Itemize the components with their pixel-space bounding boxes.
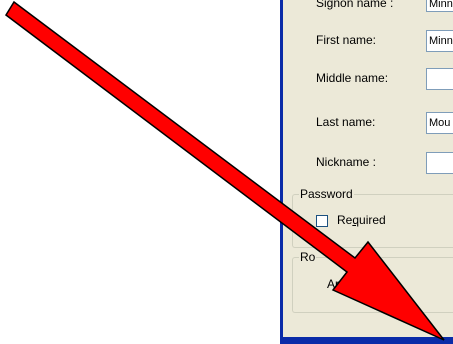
arrow-shape <box>5 0 445 341</box>
red-arrow-annotation <box>5 0 445 341</box>
